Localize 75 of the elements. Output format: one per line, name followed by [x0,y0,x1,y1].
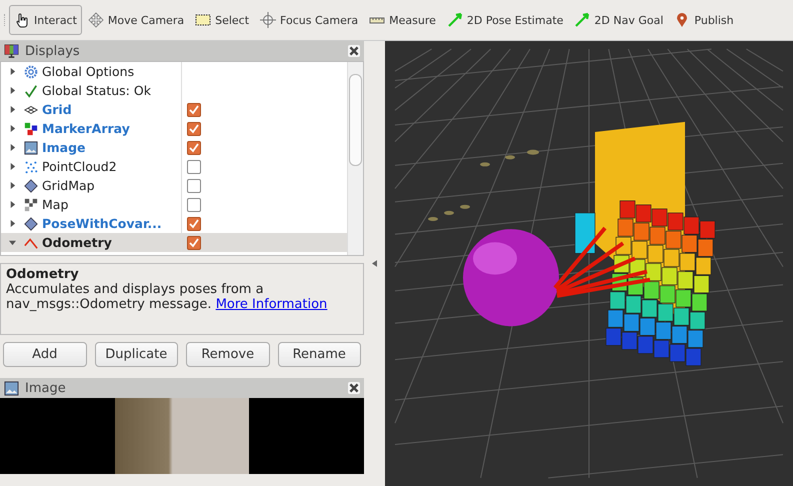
close-icon[interactable] [348,45,360,57]
tool-button[interactable]: Select [190,5,254,35]
item-label: Global Status: Ok [42,83,151,98]
item-label: Image [42,140,86,155]
checkbox[interactable] [187,122,201,136]
crosshair-icon [260,12,276,28]
tree-item[interactable]: Global Options [1,62,347,81]
collapse-arrow-icon[interactable] [372,260,377,267]
checkbox[interactable] [187,236,201,250]
panel-title: Displays [25,44,81,58]
expand-arrow-icon[interactable] [9,144,16,151]
tool-button[interactable]: Measure [364,5,441,35]
diamond-icon [24,178,38,192]
more-information-link[interactable]: More Information [216,297,328,312]
item-label: Map [42,197,68,212]
item-label: Global Options [42,64,134,79]
expand-arrow-icon[interactable] [9,68,16,75]
tree-item[interactable]: Image [1,138,347,157]
tool-button[interactable]: Focus Camera [255,5,364,35]
tree-item[interactable]: PointCloud2 [1,157,347,176]
checkbox[interactable] [187,178,201,192]
tree-item[interactable]: GridMap [1,176,347,195]
expand-arrow-icon[interactable] [9,201,16,208]
item-label: PointCloud2 [42,159,117,174]
tree-item[interactable]: MarkerArray [1,119,347,138]
checkbox[interactable] [187,216,201,230]
expand-arrow-icon[interactable] [9,163,16,170]
image-icon [4,380,19,396]
checkbox[interactable] [187,140,201,154]
tool-button[interactable]: Move Camera [82,5,190,35]
pose-arrow-icon [446,12,463,28]
bent-line-icon [24,236,38,250]
cubes-icon [24,122,38,136]
monitor-icon [4,44,19,58]
panel-button[interactable]: Add [3,342,86,367]
item-label: Odometry [42,235,112,250]
tree-item[interactable]: Global Status: Ok [1,81,347,100]
checkmark-icon [24,84,38,98]
diamond-icon [24,216,38,230]
checkbox[interactable] [187,160,201,174]
checkbox[interactable] [187,102,201,116]
tool-button[interactable]: Publish [669,5,739,35]
tool-button[interactable]: 2D Nav Goal [569,5,668,35]
item-label: GridMap [42,178,95,193]
expand-arrow-icon[interactable] [9,239,16,246]
expand-arrow-icon[interactable] [9,87,16,94]
expand-arrow-icon[interactable] [9,182,16,189]
description-text: Accumulates and displays poses from a nav_msgs::Odometry message. More Information [6,282,328,312]
panel-button[interactable]: Rename [278,342,361,367]
checker-icon [24,198,38,212]
expand-arrow-icon[interactable] [9,220,16,227]
panel-button[interactable]: Remove [186,342,270,367]
hand-icon [14,12,30,28]
dots-icon [24,160,38,174]
panel-button[interactable]: Duplicate [94,342,178,367]
item-label: PoseWithCovar... [42,216,162,231]
tree-item[interactable]: Grid [1,100,347,119]
description-title: Odometry [6,267,80,282]
expand-arrow-icon[interactable] [9,125,16,132]
item-label: Grid [42,102,72,117]
selection-rectangle-icon [195,12,212,28]
tool-button[interactable]: 2D Pose Estimate [442,5,568,35]
item-label: MarkerArray [42,121,130,136]
image-icon [24,140,38,154]
tree-item[interactable]: Map [1,195,347,214]
close-icon[interactable] [348,382,360,394]
gear-icon [24,64,38,78]
pose-arrow-icon [574,12,590,28]
scrollbar[interactable] [347,62,363,255]
panel-title: Image [25,380,67,396]
checkbox[interactable] [187,198,201,212]
tree-item[interactable]: Odometry [1,233,347,252]
tool-button[interactable]: Interact [9,5,82,35]
move-arrows-icon [88,12,104,28]
expand-arrow-icon[interactable] [9,106,16,113]
